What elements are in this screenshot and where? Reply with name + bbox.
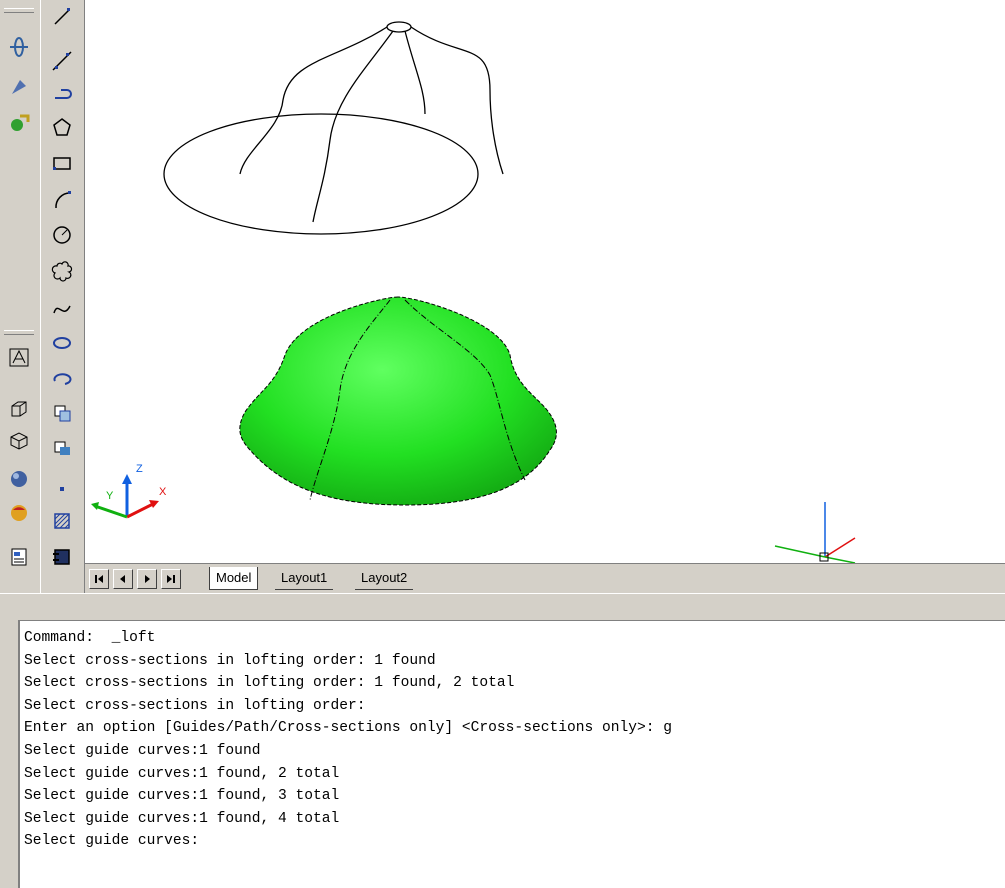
layout-tab-bar: Model Layout1 Layout2 <box>85 563 1005 594</box>
last-tab-icon <box>167 575 175 583</box>
command-history[interactable]: Command: _loft Select cross-sections in … <box>18 620 1005 888</box>
ucs-y-label: Y <box>106 490 114 502</box>
command-window: Command: _loft Select cross-sections in … <box>0 614 1005 888</box>
make-block-icon[interactable] <box>49 436 75 462</box>
box-icon[interactable] <box>6 396 32 422</box>
ellipse-arc-icon[interactable] <box>49 366 75 392</box>
ucs-z-label: Z <box>136 463 143 475</box>
drawing-area[interactable]: Z X Y <box>85 0 1005 563</box>
crosshair-cursor <box>774 502 856 563</box>
insert-block-icon[interactable] <box>49 400 75 426</box>
modeling-toolbar <box>0 0 41 600</box>
command-line: Select guide curves:1 found, 3 total <box>24 788 340 805</box>
point-icon[interactable] <box>49 476 75 502</box>
orbit-icon[interactable] <box>6 34 32 60</box>
polygon-icon[interactable] <box>49 114 75 140</box>
command-line: Enter an option [Guides/Path/Cross-secti… <box>24 720 673 737</box>
tab-model[interactable]: Model <box>209 567 259 590</box>
polyline-icon[interactable] <box>49 80 75 106</box>
command-line: Select cross-sections in lofting order: … <box>24 652 436 669</box>
text-style-icon[interactable] <box>6 344 32 370</box>
last-tab-button[interactable] <box>161 569 181 589</box>
arc-icon[interactable] <box>49 186 75 212</box>
guide-curve-back <box>404 30 426 115</box>
next-tab-icon <box>145 575 150 583</box>
material-icon[interactable] <box>6 500 32 526</box>
guide-curve-left <box>239 26 388 175</box>
toolbar-grip[interactable] <box>4 8 34 13</box>
lofted-solid <box>239 296 557 506</box>
base-ellipse <box>163 113 479 235</box>
spline-icon[interactable] <box>49 296 75 322</box>
tab-layout2[interactable]: Layout2 <box>355 567 414 590</box>
command-line: Select guide curves:1 found <box>24 742 261 759</box>
rectangle-icon[interactable] <box>49 150 75 176</box>
hatch-icon[interactable] <box>49 508 75 534</box>
revision-cloud-icon[interactable] <box>49 258 75 284</box>
sphere-icon[interactable] <box>6 466 32 492</box>
command-line: Command: _loft <box>24 630 156 646</box>
first-tab-button[interactable] <box>89 569 109 589</box>
toolbar-grip[interactable] <box>4 330 34 335</box>
ucs-x-label: X <box>159 486 167 498</box>
prev-tab-icon <box>120 575 125 583</box>
command-line: Select cross-sections in lofting order: <box>24 697 366 714</box>
wireframe-cross-sections <box>163 21 504 235</box>
first-tab-icon <box>95 575 103 583</box>
render-icon[interactable] <box>6 110 32 136</box>
command-line: Select cross-sections in lofting order: … <box>24 675 515 692</box>
command-prompt-line[interactable]: Select guide curves: <box>24 830 1005 853</box>
guide-curve-right <box>410 26 504 175</box>
prev-tab-button[interactable] <box>113 569 133 589</box>
ellipse-icon[interactable] <box>49 330 75 356</box>
top-ellipse <box>386 21 412 33</box>
command-line: Select guide curves:1 found, 4 total <box>24 810 340 827</box>
model-space-canvas: Z X Y <box>91 21 856 563</box>
construction-line-icon[interactable] <box>49 48 75 74</box>
guide-curve-front <box>312 30 394 223</box>
wedge-icon[interactable] <box>6 428 32 454</box>
next-tab-button[interactable] <box>137 569 157 589</box>
light-icon[interactable] <box>6 74 32 100</box>
line-icon[interactable] <box>49 4 75 30</box>
properties-icon[interactable] <box>6 544 32 570</box>
draw-toolbar <box>41 0 85 600</box>
tab-layout1[interactable]: Layout1 <box>275 567 334 590</box>
command-line: Select guide curves:1 found, 2 total <box>24 765 340 782</box>
gradient-icon[interactable] <box>49 544 75 570</box>
ucs-icon: Z X Y <box>91 463 167 519</box>
circle-icon[interactable] <box>49 222 75 248</box>
command-window-splitter[interactable] <box>0 593 1005 615</box>
